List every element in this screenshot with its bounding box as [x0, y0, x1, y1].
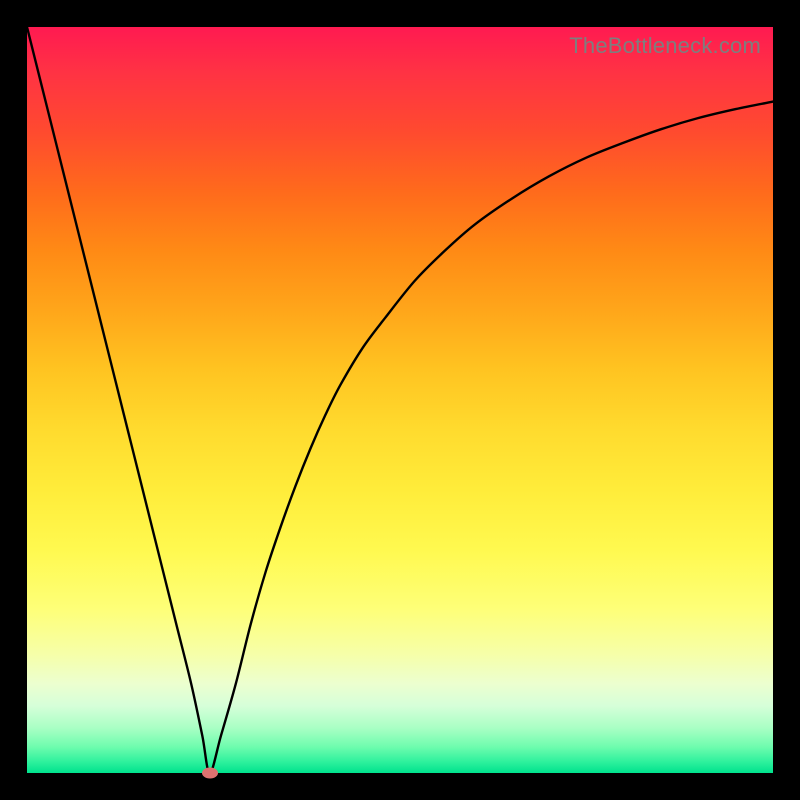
- chart-frame: TheBottleneck.com: [0, 0, 800, 800]
- optimal-marker: [202, 768, 218, 779]
- plot-area: TheBottleneck.com: [27, 27, 773, 773]
- bottleneck-curve: [27, 27, 773, 773]
